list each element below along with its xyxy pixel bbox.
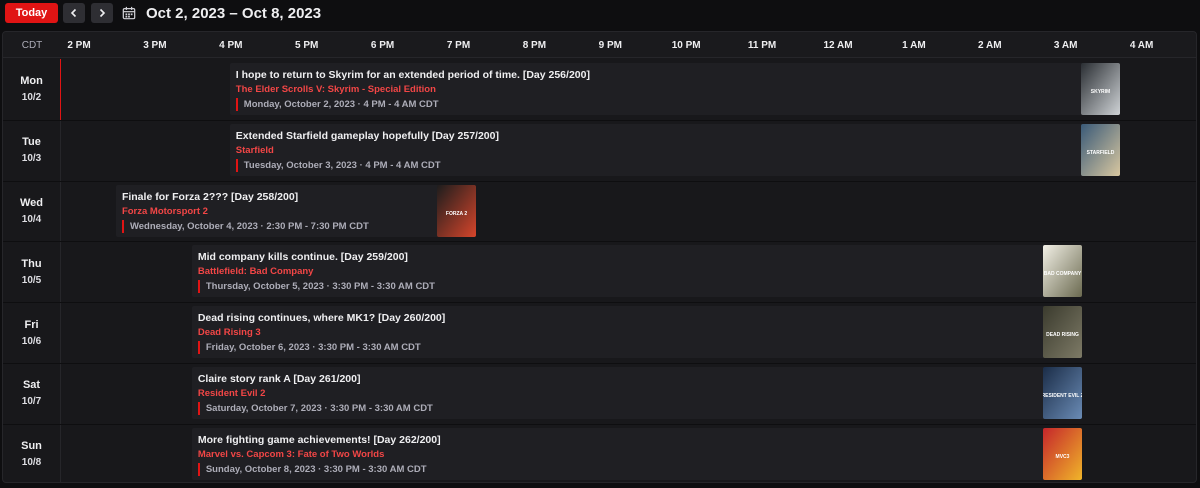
game-cover-art: BAD COMPANY [1042,245,1082,298]
day-label-sat: Sat 10/7 [3,363,61,424]
game-cover-art: FORZA 2 [436,184,476,237]
hour-label: 4 PM [219,39,243,51]
hour-header: CDT 2 PM 3 PM 4 PM 5 PM 6 PM 7 PM 8 PM 9 PM 10 P… [3,32,1196,58]
day-name: Sat [22,379,41,392]
svg-text:RESIDENT EVIL 2: RESIDENT EVIL 2 [1043,393,1082,399]
hour-label: 2 PM [67,39,91,51]
hour-label: 2 AM [978,39,1002,51]
day-name: Fri [24,318,39,331]
game-cover-art: STARFIELD [1080,123,1120,176]
event-game-link[interactable]: Battlefield: Bad Company [198,266,314,277]
chevron-right-icon [99,8,106,18]
event-game-link[interactable]: The Elder Scrolls V: Skyrim - Special Ed… [236,84,436,95]
day-date: 10/5 [21,274,42,286]
svg-text:STARFIELD: STARFIELD [1087,150,1115,156]
svg-text:DEAD RISING: DEAD RISING [1046,332,1079,338]
row-divider [3,302,1196,304]
event-game-link[interactable]: Resident Evil 2 [198,388,266,399]
day-label-wed: Wed 10/4 [3,180,61,242]
event-card[interactable]: Dead rising continues, where MK1? [Day 2… [191,306,1082,359]
day-label-tue: Tue 10/3 [3,119,61,181]
hour-label: 3 PM [143,39,167,51]
calendar-picker-button[interactable] [121,4,137,21]
day-label-mon: Mon 10/2 [3,59,61,120]
day-label-thu: Thu 10/5 [3,241,61,303]
day-date: 10/2 [21,92,42,104]
event-game-link[interactable]: Dead Rising 3 [198,327,261,338]
hour-label: 11 PM [747,39,777,51]
timezone-label: CDT [21,39,43,51]
event-title: Dead rising continues, where MK1? [Day 2… [197,312,446,325]
day-date: 10/3 [21,153,42,165]
day-name: Sun [21,440,42,453]
event-game-link[interactable]: Starfield [236,145,274,156]
event-title: Extended Starfield gameplay hopefully [D… [235,129,499,142]
event-time: Wednesday, October 4, 2023 · 2:30 PM - 7… [121,219,369,233]
day-date: 10/6 [21,335,42,347]
day-name: Wed [19,196,44,209]
event-game-link[interactable]: Forza Motorsport 2 [122,206,208,217]
prev-week-button[interactable] [63,3,85,23]
hour-label: 9 PM [598,39,622,51]
event-title: Finale for Forza 2??? [Day 258/200] [121,190,299,203]
hour-label: 10 PM [671,39,701,51]
event-time: Tuesday, October 3, 2023 · 4 PM - 4 AM C… [235,158,441,172]
row-divider [3,241,1196,243]
day-label-sun: Sun 10/8 [3,423,61,482]
row-divider [3,363,1196,364]
event-card[interactable]: I hope to return to Skyrim for an extend… [229,63,1120,115]
event-card[interactable]: Claire story rank A [Day 261/200] Residen… [191,367,1082,419]
hour-label: 7 PM [446,39,471,51]
day-name: Tue [22,136,41,149]
svg-text:MVC3: MVC3 [1056,454,1070,460]
day-name: Mon [20,75,43,88]
day-date: 10/4 [21,213,42,225]
game-cover-art: SKYRIM [1080,63,1120,115]
hour-label: 12 AM [823,39,853,51]
event-card[interactable]: Mid company kills continue. [Day 259/200… [191,245,1082,298]
week-range-title: Oct 2, 2023 – Oct 8, 2023 [146,5,322,22]
calendar-icon [122,6,136,19]
event-title: Mid company kills continue. [Day 259/200… [197,251,408,264]
day-name: Thu [21,257,42,270]
row-divider [3,423,1196,425]
event-title: More fighting game achievements! [Day 26… [197,433,441,446]
hour-label: 3 AM [1053,39,1078,51]
today-button[interactable]: Today [5,3,58,23]
event-title: Claire story rank A [Day 261/200] [197,373,361,385]
hour-label: 6 PM [370,39,395,51]
event-game-link[interactable]: Marvel vs. Capcom 3: Fate of Two Worlds [198,449,385,460]
svg-text:SKYRIM: SKYRIM [1091,89,1110,95]
event-card[interactable]: More fighting game achievements! [Day 26… [191,427,1082,480]
event-time: Thursday, October 5, 2023 · 3:30 PM - 3:… [197,280,435,294]
game-cover-art: MVC3 [1042,427,1082,480]
current-time-indicator [60,59,61,120]
day-label-fri: Fri 10/6 [3,302,61,363]
svg-text:FORZA 2: FORZA 2 [446,211,467,217]
hour-label: 5 PM [295,39,319,51]
next-week-button[interactable] [91,3,113,23]
row-divider [3,119,1196,121]
event-card[interactable]: Extended Starfield gameplay hopefully [D… [229,123,1120,176]
hour-label: 4 AM [1129,39,1154,51]
event-title: I hope to return to Skyrim for an extend… [235,69,590,81]
event-card[interactable]: Finale for Forza 2??? [Day 258/200] Forza… [115,184,476,237]
day-date: 10/8 [21,457,42,469]
event-time: Monday, October 2, 2023 · 4 PM - 4 AM CD… [235,98,439,111]
hour-label: 8 PM [522,39,547,51]
event-time: Friday, October 6, 2023 · 3:30 PM - 3:30… [197,341,421,355]
game-cover-art: RESIDENT EVIL 2 [1042,367,1082,419]
game-cover-art: DEAD RISING [1042,306,1082,359]
schedule-grid: CDT 2 PM 3 PM 4 PM 5 PM 6 PM 7 PM 8 PM 9 PM 10 P… [2,31,1197,483]
day-date: 10/7 [21,396,42,408]
event-time: Saturday, October 7, 2023 · 3:30 PM - 3:… [197,402,433,415]
chevron-left-icon [70,8,77,18]
event-time: Sunday, October 8, 2023 · 3:30 PM - 3:30… [197,462,427,476]
svg-text:BAD COMPANY: BAD COMPANY [1044,271,1082,277]
hour-label: 1 AM [902,39,926,51]
row-divider [3,180,1196,182]
calendar-toolbar: Today Oct 2, 2023 – Oct 8, 2023 [0,0,1200,30]
